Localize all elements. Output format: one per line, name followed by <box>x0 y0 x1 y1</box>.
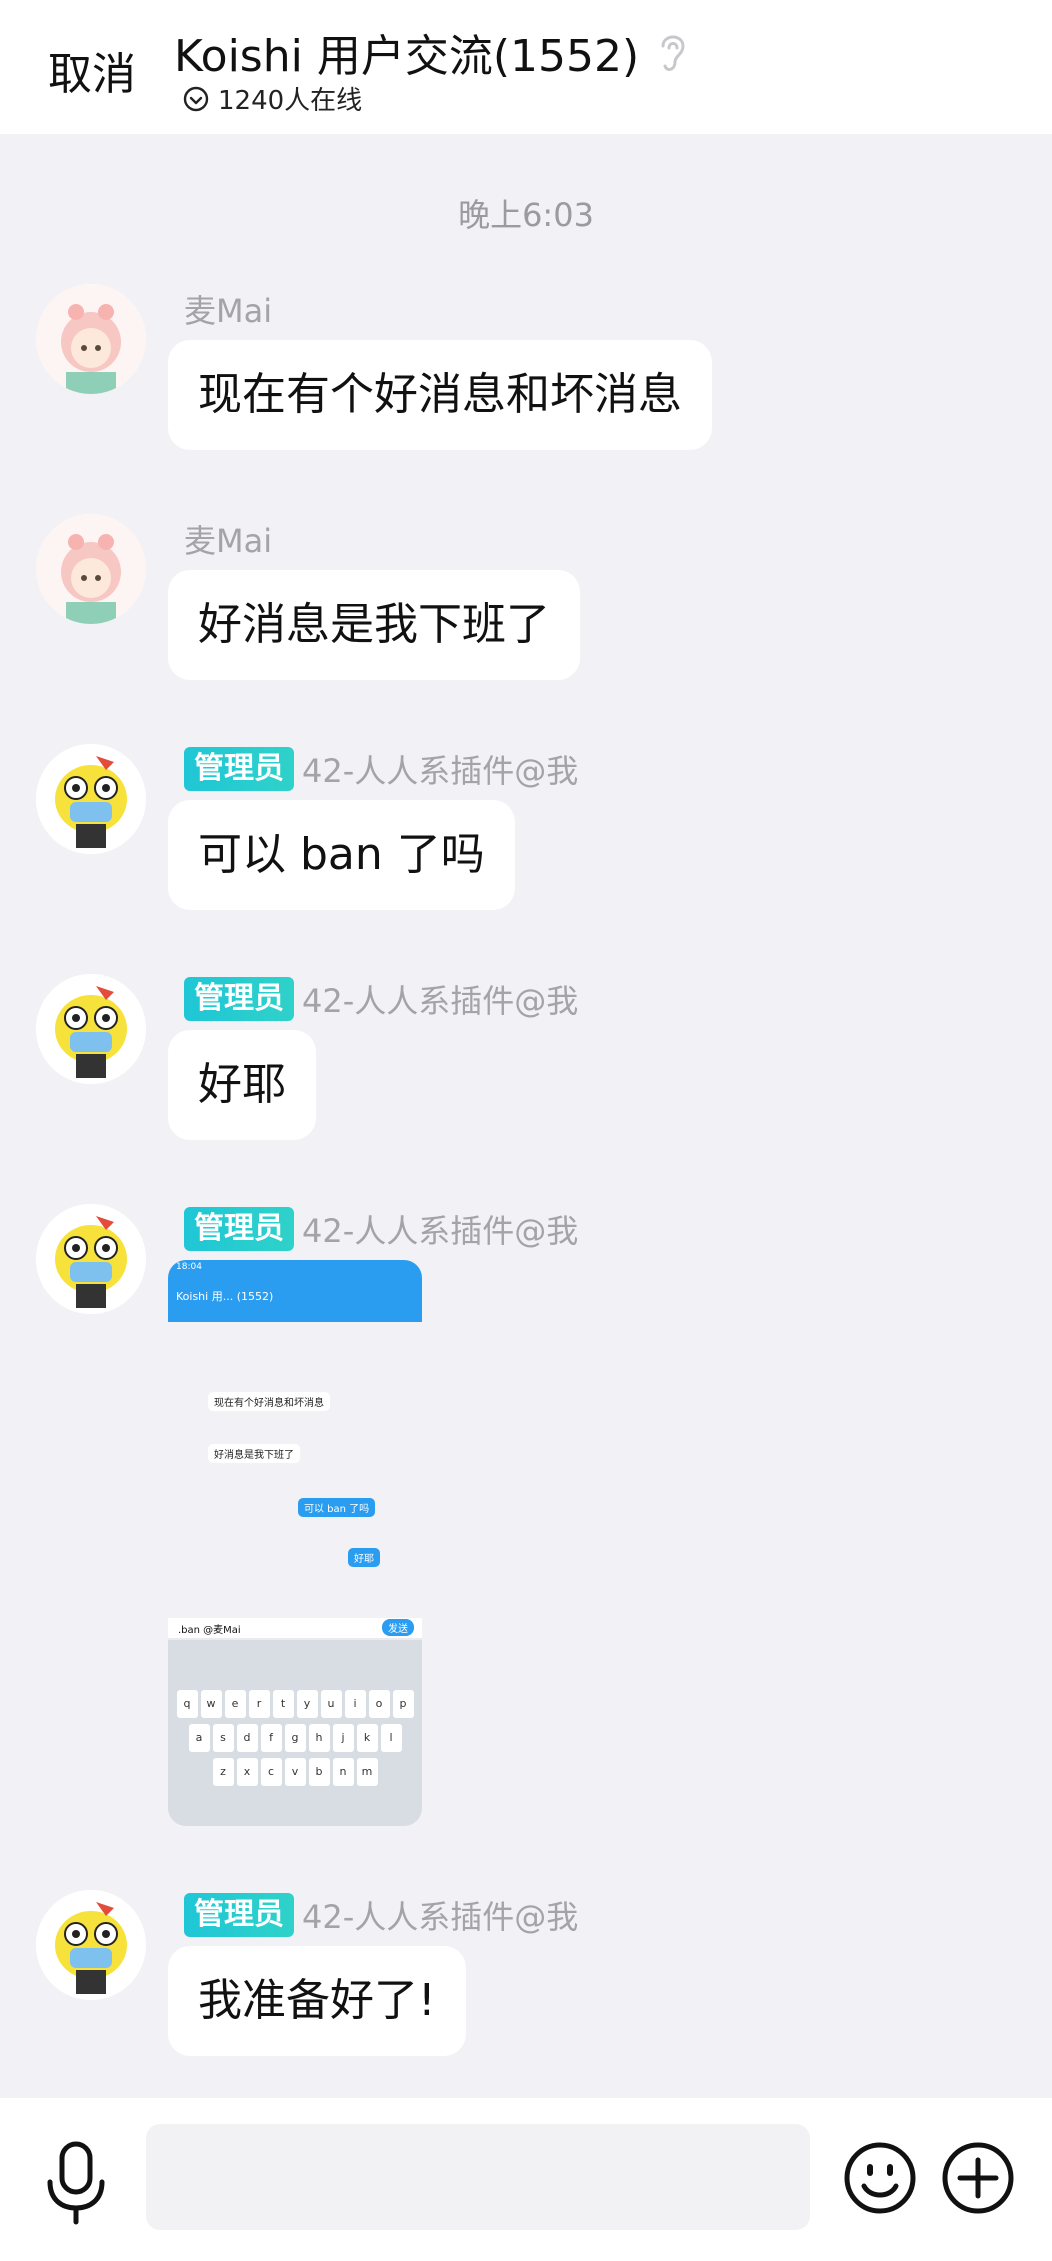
input-bar <box>0 2098 1052 2261</box>
mini-chat: 现在有个好消息和坏消息 好消息是我下班了 可以 ban 了吗 好耶 <box>168 1322 422 1622</box>
sender-name[interactable]: 42-人人系插件@我 <box>302 1892 578 1938</box>
mini-key: y <box>296 1690 318 1718</box>
online-count[interactable]: 1240人在线 <box>182 80 362 117</box>
group-title[interactable]: Koishi 用户交流(1552) <box>174 20 639 84</box>
avatar[interactable] <box>36 1890 146 2000</box>
mini-key: o <box>368 1690 390 1718</box>
avatar-mai-icon <box>36 514 146 624</box>
mini-key: g <box>284 1724 306 1752</box>
sender-row: 管理员 42-人人系插件@我 <box>184 1204 578 1254</box>
admin-badge: 管理员 <box>184 1207 294 1251</box>
admin-badge: 管理员 <box>184 977 294 1021</box>
mini-message: 好耶 <box>348 1548 380 1567</box>
sender-row: 麦Mai <box>184 514 272 564</box>
avatar-bird-icon <box>36 1890 146 2000</box>
message-bubble[interactable]: 我准备好了! <box>168 1946 466 2056</box>
mini-key: d <box>236 1724 258 1752</box>
message-bubble[interactable]: 好耶 <box>168 1030 316 1140</box>
mini-keyboard: q w e r t y u i o p a s d f g h j k l z … <box>168 1640 422 1826</box>
mini-key: n <box>332 1758 354 1786</box>
message-input[interactable] <box>146 2124 810 2230</box>
mini-key: p <box>392 1690 414 1718</box>
mini-send-button: 发送 <box>382 1619 414 1636</box>
chat-area[interactable]: 晚上6:03 麦Mai 现在有个好消息和坏消息 麦Mai 好消息是我下班了 管理… <box>0 134 1052 2098</box>
avatar-bird-icon <box>36 1204 146 1314</box>
image-message[interactable]: 18:04 Koishi 用... (1552) 现在有个好消息和坏消息 好消息… <box>168 1260 422 1826</box>
online-text: 1240人在线 <box>218 86 363 116</box>
sender-row: 麦Mai <box>184 284 272 334</box>
mini-message: 现在有个好消息和坏消息 <box>208 1392 330 1411</box>
mini-key: v <box>284 1758 306 1786</box>
mini-key: b <box>308 1758 330 1786</box>
mini-key: k <box>356 1724 378 1752</box>
mini-key: m <box>356 1758 378 1786</box>
mini-key: l <box>380 1724 402 1752</box>
avatar-bird-icon <box>36 744 146 854</box>
mini-key: u <box>320 1690 342 1718</box>
sender-name[interactable]: 42-人人系插件@我 <box>302 746 578 792</box>
sender-row: 管理员 42-人人系插件@我 <box>184 1890 578 1940</box>
mini-key: z <box>212 1758 234 1786</box>
mini-key: e <box>224 1690 246 1718</box>
mini-key: r <box>248 1690 270 1718</box>
timestamp: 晚上6:03 <box>458 196 594 234</box>
admin-badge: 管理员 <box>184 747 294 791</box>
sender-name[interactable]: 42-人人系插件@我 <box>302 976 578 1022</box>
plus-circle-icon[interactable] <box>940 2140 1016 2216</box>
mini-input: .ban @麦Mai 发送 <box>168 1618 422 1638</box>
avatar[interactable] <box>36 1204 146 1314</box>
avatar[interactable] <box>36 974 146 1084</box>
mini-input-text: .ban @麦Mai <box>178 1625 241 1636</box>
sender-name[interactable]: 42-人人系插件@我 <box>302 1206 578 1252</box>
sender-name[interactable]: 麦Mai <box>184 286 272 332</box>
emoji-icon[interactable] <box>842 2140 918 2216</box>
mini-status-bar: 18:04 <box>168 1260 422 1282</box>
admin-badge: 管理员 <box>184 1893 294 1937</box>
mic-icon[interactable] <box>40 2138 112 2226</box>
avatar[interactable] <box>36 514 146 624</box>
mini-key: c <box>260 1758 282 1786</box>
sender-row: 管理员 42-人人系插件@我 <box>184 744 578 794</box>
mini-key: h <box>308 1724 330 1752</box>
mini-key: f <box>260 1724 282 1752</box>
message-bubble[interactable]: 可以 ban 了吗 <box>168 800 515 910</box>
avatar-mai-icon <box>36 284 146 394</box>
ear-icon[interactable] <box>653 28 693 76</box>
message-bubble[interactable]: 现在有个好消息和坏消息 <box>168 340 712 450</box>
sender-row: 管理员 42-人人系插件@我 <box>184 974 578 1024</box>
title-row: Koishi 用户交流(1552) <box>174 20 693 84</box>
message-bubble[interactable]: 好消息是我下班了 <box>168 570 580 680</box>
mini-key: w <box>200 1690 222 1718</box>
mini-key: j <box>332 1724 354 1752</box>
avatar[interactable] <box>36 284 146 394</box>
chat-header: 取消 Koishi 用户交流(1552) 1240人在线 <box>0 0 1052 134</box>
mini-key: i <box>344 1690 366 1718</box>
mini-key: s <box>212 1724 234 1752</box>
mini-message: 可以 ban 了吗 <box>298 1498 376 1517</box>
mini-message: 好消息是我下班了 <box>208 1444 300 1463</box>
mini-key: a <box>188 1724 210 1752</box>
mini-key: q <box>176 1690 198 1718</box>
mini-key: x <box>236 1758 258 1786</box>
avatar-bird-icon <box>36 974 146 1084</box>
check-circle-icon <box>183 86 209 111</box>
avatar[interactable] <box>36 744 146 854</box>
mini-title: Koishi 用... (1552) <box>168 1282 422 1322</box>
cancel-button[interactable]: 取消 <box>48 38 136 102</box>
sender-name[interactable]: 麦Mai <box>184 516 272 562</box>
mini-key: t <box>272 1690 294 1718</box>
